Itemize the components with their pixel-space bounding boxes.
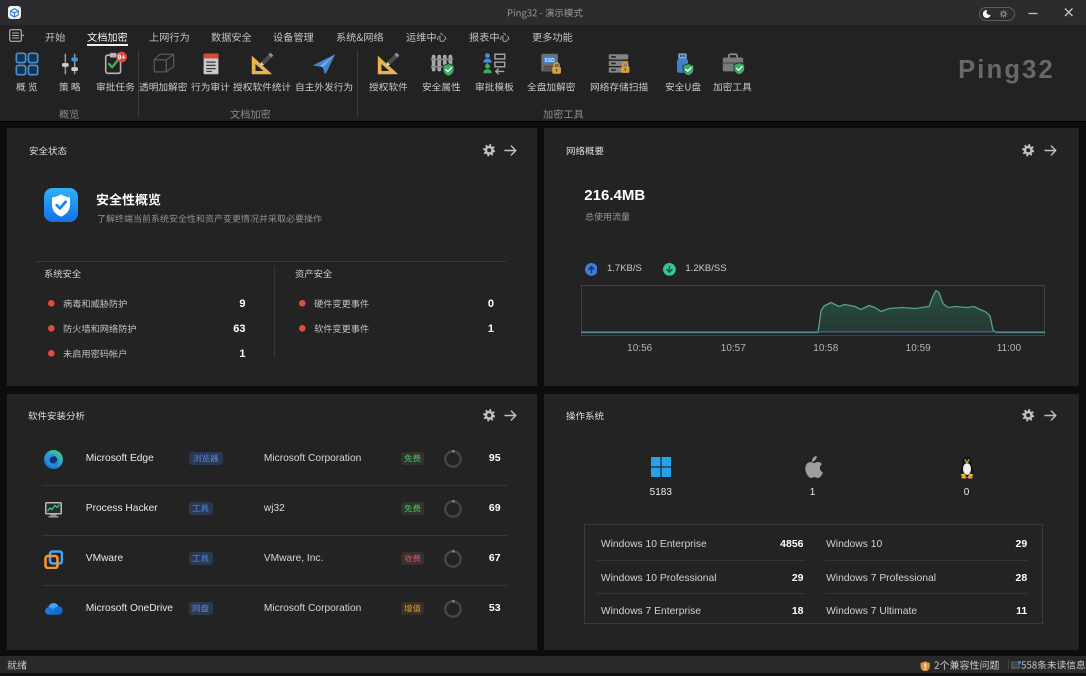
svg-text:9+: 9+: [118, 54, 126, 61]
svg-text:SSD: SSD: [544, 58, 555, 64]
